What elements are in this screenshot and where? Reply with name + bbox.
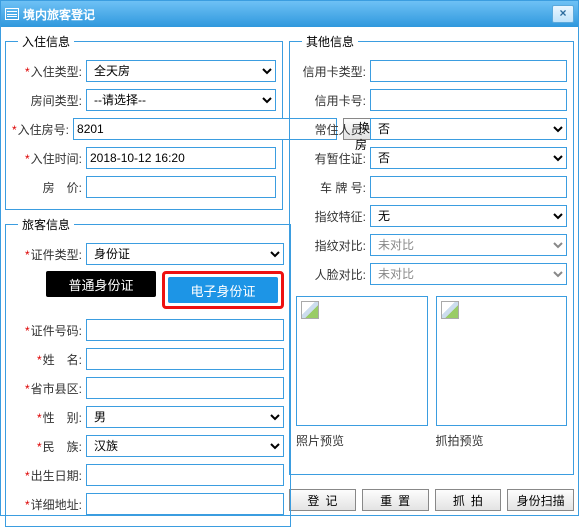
cardno-label: 信用卡号: bbox=[296, 92, 370, 109]
resident-select[interactable]: 否 bbox=[370, 118, 567, 140]
tab-electronic-id[interactable]: 电子身份证 bbox=[168, 277, 278, 303]
addr-input[interactable] bbox=[86, 493, 284, 515]
birth-label: 出生日期: bbox=[12, 467, 86, 484]
cardtype-label: 信用卡类型: bbox=[296, 63, 370, 80]
tempcert-select[interactable]: 否 bbox=[370, 147, 567, 169]
fpcompare-label: 指纹对比: bbox=[296, 237, 370, 254]
id-mode-tabs: 普通身份证 电子身份证 bbox=[46, 271, 284, 309]
addr-label: 详细地址: bbox=[12, 496, 86, 513]
cardno-input[interactable] bbox=[370, 89, 567, 111]
reset-button[interactable]: 重置 bbox=[362, 489, 429, 511]
region-label: 省市县区: bbox=[12, 380, 86, 397]
other-fieldset: 其他信息 信用卡类型: 信用卡号: 常住人员: 否 有暂住证: 否 bbox=[289, 33, 574, 475]
tab-normal-id[interactable]: 普通身份证 bbox=[46, 271, 156, 297]
register-button[interactable]: 登记 bbox=[289, 489, 356, 511]
capture-preview-label: 抓拍预览 bbox=[436, 432, 568, 449]
fpcompare-select[interactable]: 未对比 bbox=[370, 234, 567, 256]
photo-preview-box bbox=[296, 296, 428, 426]
idscan-button[interactable]: 身份扫描 bbox=[507, 489, 574, 511]
checkin-type-select[interactable]: 全天房 bbox=[86, 60, 276, 82]
dialog-window: 境内旅客登记 × 入住信息 入住类型: 全天房 房间类型: --请选择-- 入住… bbox=[0, 0, 579, 516]
birth-input[interactable] bbox=[86, 464, 284, 486]
checkin-type-label: 入住类型: bbox=[12, 63, 86, 80]
photo-area bbox=[296, 296, 567, 426]
titlebar: 境内旅客登记 × bbox=[1, 1, 578, 27]
checkin-time-label: 入住时间: bbox=[12, 150, 86, 167]
cardtype-input[interactable] bbox=[370, 60, 567, 82]
close-button[interactable]: × bbox=[552, 5, 574, 23]
left-column: 入住信息 入住类型: 全天房 房间类型: --请选择-- 入住房号: 换房 入住… bbox=[5, 33, 283, 511]
checkin-legend: 入住信息 bbox=[18, 33, 74, 50]
name-label: 姓 名: bbox=[12, 351, 86, 368]
resident-label: 常住人员: bbox=[296, 121, 370, 138]
tab-eid-highlight: 电子身份证 bbox=[162, 271, 284, 309]
capture-preview-box bbox=[436, 296, 568, 426]
image-icon bbox=[301, 301, 319, 319]
image-icon bbox=[441, 301, 459, 319]
plate-input[interactable] bbox=[370, 176, 567, 198]
room-no-label: 入住房号: bbox=[12, 121, 73, 138]
room-price-label: 房 价: bbox=[12, 179, 86, 196]
ethnic-label: 民 族: bbox=[12, 438, 86, 455]
region-input[interactable] bbox=[86, 377, 284, 399]
facecompare-label: 人脸对比: bbox=[296, 266, 370, 283]
idtype-label: 证件类型: bbox=[12, 246, 86, 263]
right-column: 其他信息 信用卡类型: 信用卡号: 常住人员: 否 有暂住证: 否 bbox=[289, 33, 574, 511]
room-type-select[interactable]: --请选择-- bbox=[86, 89, 276, 111]
guest-legend: 旅客信息 bbox=[18, 216, 74, 233]
gender-select[interactable]: 男 bbox=[86, 406, 284, 428]
guest-fieldset: 旅客信息 证件类型: 身份证 普通身份证 电子身份证 证件号码: 姓 名: bbox=[5, 216, 291, 527]
other-legend: 其他信息 bbox=[302, 33, 358, 50]
tempcert-label: 有暂住证: bbox=[296, 150, 370, 167]
room-price-input[interactable] bbox=[86, 176, 276, 198]
action-buttons: 登记 重置 抓拍 身份扫描 bbox=[289, 489, 574, 511]
checkin-time-input[interactable] bbox=[86, 147, 276, 169]
idno-label: 证件号码: bbox=[12, 322, 86, 339]
facecompare-select[interactable]: 未对比 bbox=[370, 263, 567, 285]
checkin-fieldset: 入住信息 入住类型: 全天房 房间类型: --请选择-- 入住房号: 换房 入住… bbox=[5, 33, 283, 210]
window-title: 境内旅客登记 bbox=[23, 6, 552, 23]
window-icon bbox=[5, 8, 19, 20]
idtype-select[interactable]: 身份证 bbox=[86, 243, 284, 265]
photo-labels: 照片预览 抓拍预览 bbox=[296, 432, 567, 449]
dialog-body: 入住信息 入住类型: 全天房 房间类型: --请选择-- 入住房号: 换房 入住… bbox=[1, 27, 578, 515]
name-input[interactable] bbox=[86, 348, 284, 370]
capture-button[interactable]: 抓拍 bbox=[435, 489, 502, 511]
fingerprint-select[interactable]: 无 bbox=[370, 205, 567, 227]
fingerprint-label: 指纹特征: bbox=[296, 208, 370, 225]
idno-input[interactable] bbox=[86, 319, 284, 341]
room-type-label: 房间类型: bbox=[12, 92, 86, 109]
photo-preview-label: 照片预览 bbox=[296, 432, 428, 449]
plate-label: 车 牌 号: bbox=[296, 179, 370, 196]
gender-label: 性 别: bbox=[12, 409, 86, 426]
ethnic-select[interactable]: 汉族 bbox=[86, 435, 284, 457]
